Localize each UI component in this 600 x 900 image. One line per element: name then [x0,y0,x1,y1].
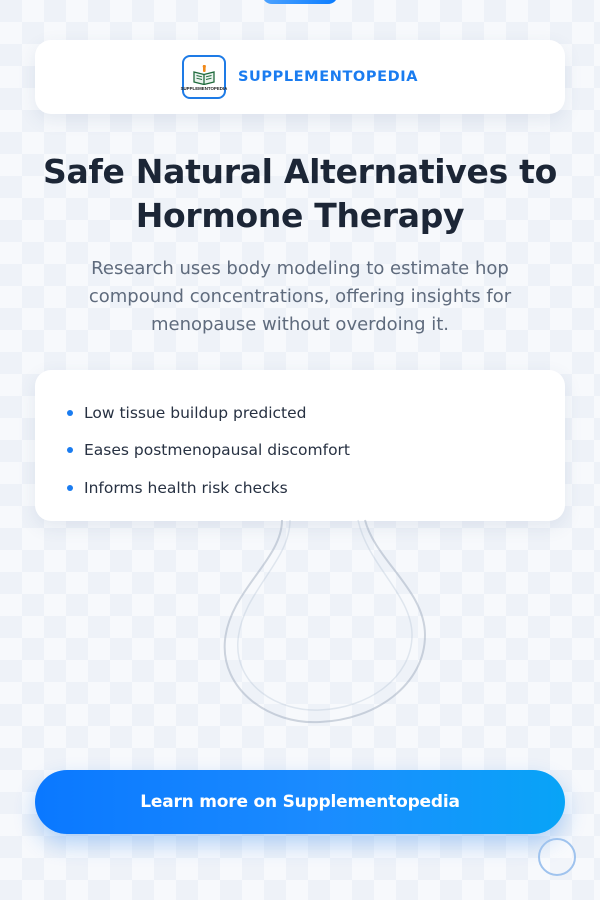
highlight-text: Low tissue buildup predicted [84,403,307,422]
bullet-dot-icon [67,409,73,416]
highlight-item: Low tissue buildup predicted [67,394,565,432]
page-subtitle: Research uses body modeling to estimate … [88,258,512,335]
learn-more-button[interactable]: Learn more on Supplementopedia [35,770,565,834]
bullet-dot-icon [67,447,73,454]
highlight-item: Eases postmenopausal discomfort [67,432,565,470]
page-title: Safe Natural Alternatives to Hormone The… [43,152,557,235]
brand-name: SUPPLEMENTOPEDIA [237,69,419,85]
highlights-list: Low tissue buildup predicted Eases postm… [67,394,565,507]
brand-logo: SUPPLEMENTOPEDIA [180,55,228,99]
highlight-text: Informs health risk checks [84,478,288,497]
brand-header: SUPPLEMENTOPEDIA SUPPLEMENTOPEDIA [35,40,565,114]
floating-circle-button[interactable] [538,838,576,876]
top-accent-bar [262,0,338,4]
logo-wordmark: SUPPLEMENTOPEDIA [180,86,228,91]
highlights-card: Low tissue buildup predicted Eases postm… [35,370,565,521]
highlight-item: Informs health risk checks [67,469,565,507]
highlight-text: Eases postmenopausal discomfort [84,441,351,460]
flask-illustration [223,519,427,724]
bullet-dot-icon [67,484,73,491]
open-book-icon [193,65,215,85]
